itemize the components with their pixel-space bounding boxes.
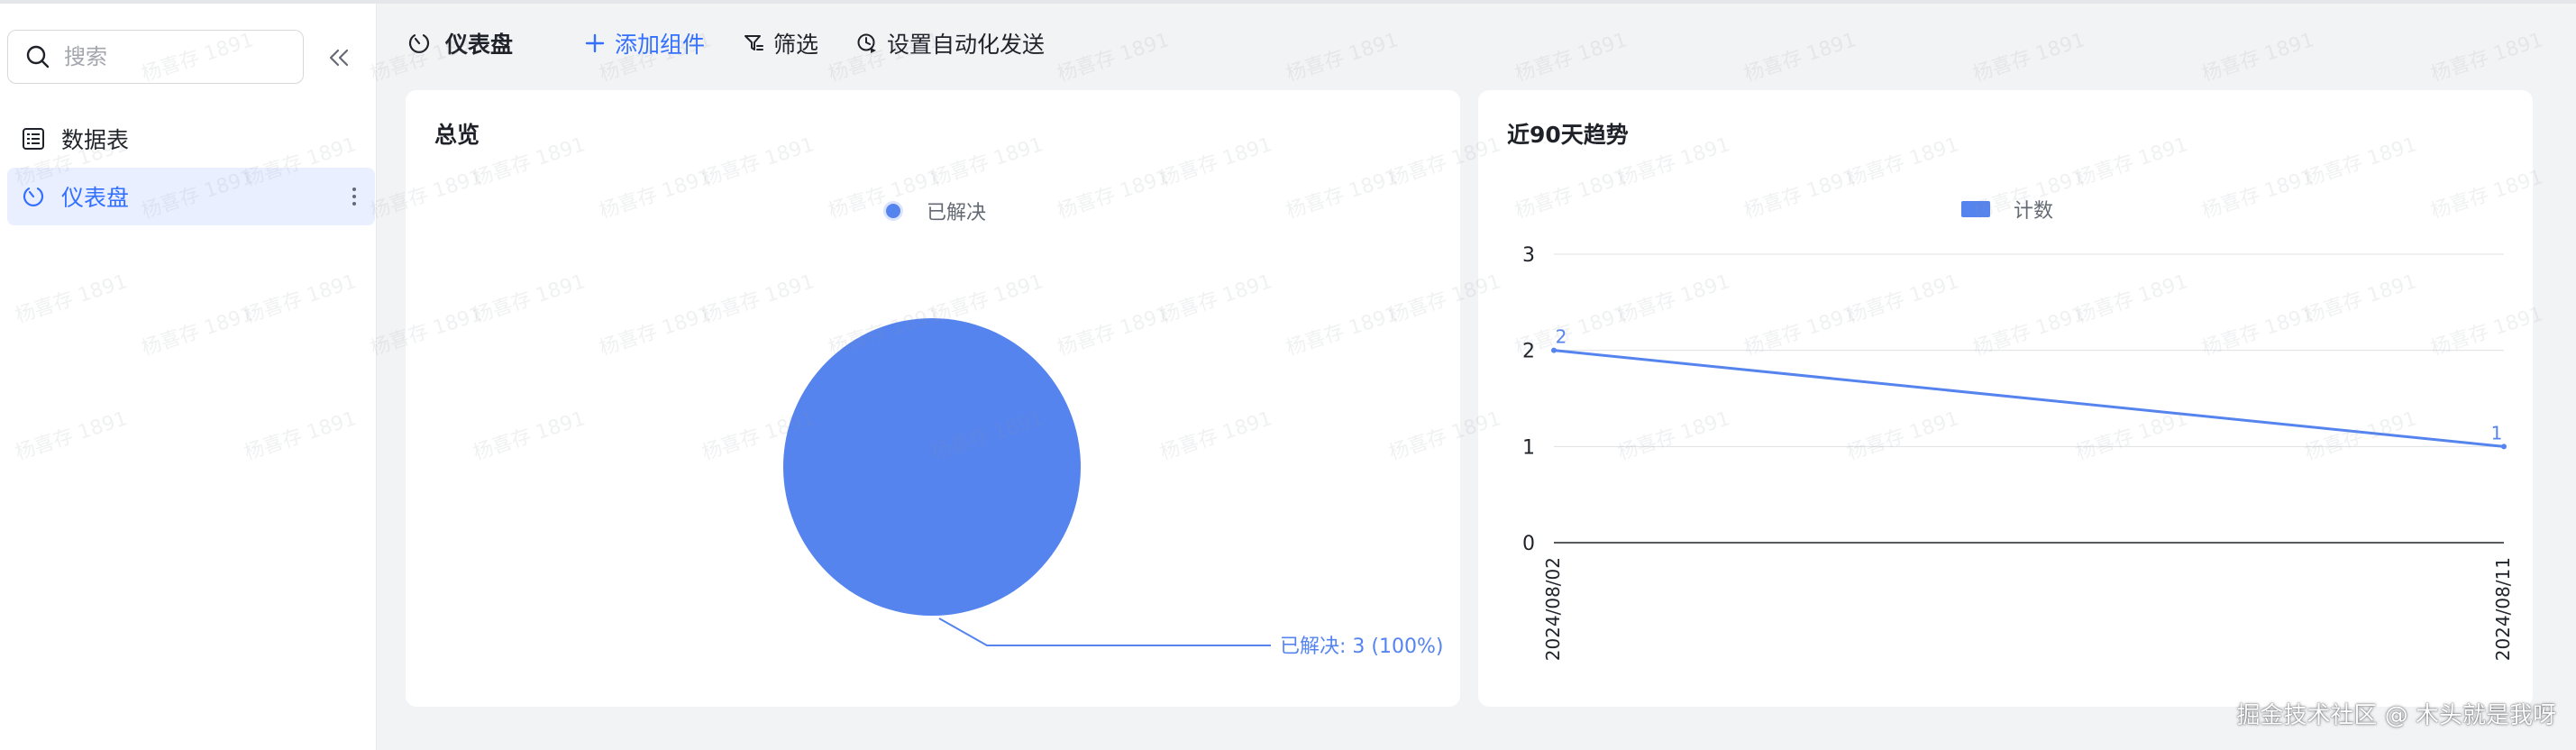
collapse-sidebar-button[interactable] [323,41,355,74]
table-icon [20,125,47,152]
pie-chart: 已解决: 3 (100%) [783,318,1443,658]
dashboard-title: 仪表盘 [407,23,513,63]
footer-watermark: 掘金技术社区 @ 木头就是我呀 [2236,702,2556,729]
data-point[interactable] [1551,347,1557,353]
dashboard-icon [20,183,47,210]
data-label: 2 [1556,326,1567,348]
dashboard-title-text: 仪表盘 [445,32,514,58]
plus-icon [585,33,605,53]
sidebar-item-label: 数据表 [61,127,130,153]
y-tick-label: 1 [1522,436,1535,459]
sidebar-item-dashboard[interactable]: 仪表盘 [7,168,375,225]
search-icon [26,45,50,69]
add-widget-label: 添加组件 [615,32,706,58]
sidebar-item-label: 仪表盘 [61,185,130,211]
pie-slice-resolved[interactable] [783,318,1081,616]
clock-icon [857,33,876,53]
sidebar-item-datatable[interactable]: 数据表 [7,110,375,168]
automation-send-button[interactable]: 设置自动化发送 [856,23,1045,63]
double-chevron-left-icon [329,49,349,67]
y-tick-label: 0 [1522,533,1535,555]
filter-button[interactable]: 筛选 [743,23,818,63]
x-tick-label: 2024/08/11 [2492,557,2514,661]
pie-slice-label: 已解决: 3 (100%) [1280,636,1443,658]
sidebar: 数据表 仪表盘 [0,4,377,750]
line-chart: 0 1 2 3 2024/08/02 2024/08/11 2 1 [1522,244,2514,661]
automation-send-label: 设置自动化发送 [887,32,1046,58]
trend-card[interactable]: 近90天趋势 计数 0 1 2 3 2024/08/02 2024/08/11 2 1 [1478,90,2533,707]
x-tick-label: 2024/08/02 [1542,557,1564,661]
pie-leader-line [938,617,1271,646]
series-line[interactable] [1553,349,2505,448]
y-tick-label: 2 [1522,341,1535,363]
dashboard-toolbar: 仪表盘 添加组件 筛选 设置自动化发送 [379,4,2576,79]
search-input[interactable] [64,44,289,69]
add-widget-button[interactable]: 添加组件 [584,23,705,63]
data-point[interactable] [2501,444,2507,450]
y-tick-label: 3 [1522,244,1535,267]
filter-label: 筛选 [773,32,819,58]
search-box[interactable] [7,30,304,84]
overview-card[interactable]: 总览 已解决 已解决: 3 (100%) [406,90,1460,707]
more-options-icon[interactable] [350,182,359,211]
filter-icon [744,35,763,50]
dashboard-icon [408,34,430,53]
data-label: 1 [2491,422,2503,444]
